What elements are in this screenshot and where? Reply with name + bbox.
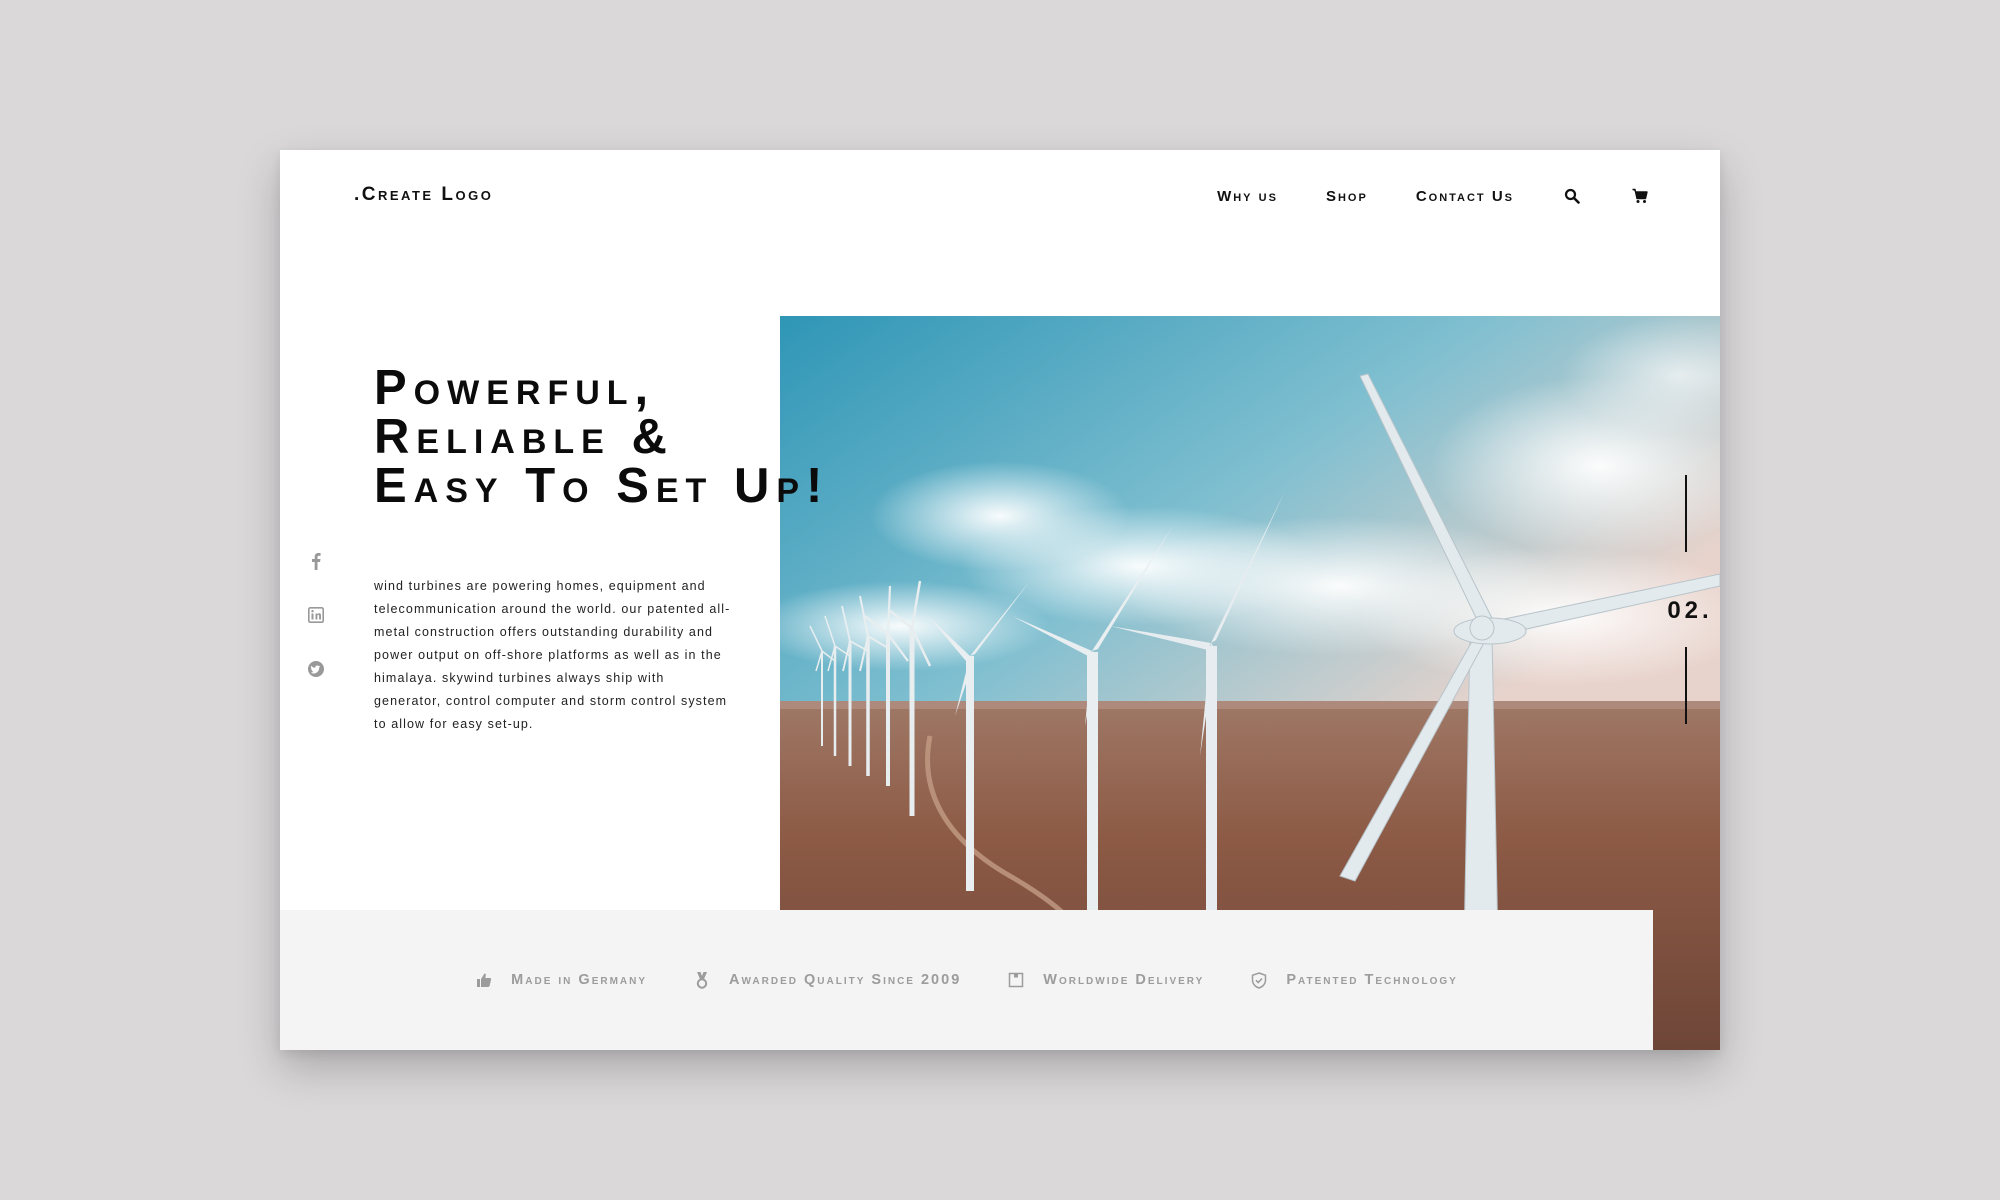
hero-title-line-3: Easy To Set Up!: [374, 459, 830, 513]
twitter-icon[interactable]: [304, 642, 328, 696]
facebook-icon[interactable]: [304, 534, 328, 588]
slide-indicator-line-top: [1685, 475, 1687, 552]
feature-label: Worldwide Delivery: [1043, 972, 1205, 988]
nav-shop[interactable]: Shop: [1326, 188, 1368, 205]
hero-description: wind turbines are powering homes, equipm…: [374, 578, 731, 731]
feature-worldwide-delivery: Worldwide Delivery: [1007, 971, 1204, 989]
feature-awarded-quality: Awarded Quality Since 2009: [693, 971, 961, 989]
landing-card: .Create Logo Why us Shop Contact Us Powe…: [280, 150, 1720, 1050]
medal-icon: [693, 971, 711, 989]
slide-number: 02.: [1667, 597, 1713, 624]
features-bar: Made in Germany Awarded Quality Since 20…: [280, 910, 1653, 1050]
nav-why-us[interactable]: Why us: [1217, 188, 1278, 205]
hero-title: Powerful, Reliable & Easy To Set Up!: [374, 364, 829, 511]
social-links: [304, 534, 328, 696]
feature-label: Made in Germany: [511, 972, 648, 988]
search-icon[interactable]: [1562, 186, 1582, 206]
nav-contact-us[interactable]: Contact Us: [1416, 188, 1514, 205]
feature-patented-technology: Patented Technology: [1250, 971, 1458, 989]
main-nav: Why us Shop Contact Us: [1169, 186, 1650, 206]
logo[interactable]: .Create Logo: [354, 184, 493, 206]
shield-check-icon: [1250, 971, 1268, 989]
thumbs-up-icon: [475, 971, 493, 989]
slide-indicator-line-bottom: [1685, 647, 1687, 724]
hero-title-line-1: Powerful,: [374, 361, 656, 415]
linkedin-icon[interactable]: [304, 588, 328, 642]
feature-label: Patented Technology: [1286, 972, 1458, 988]
hero-title-line-2: Reliable &: [374, 410, 674, 464]
cart-icon[interactable]: [1630, 186, 1650, 206]
box-icon: [1007, 971, 1025, 989]
feature-made-in-germany: Made in Germany: [475, 971, 647, 989]
feature-label: Awarded Quality Since 2009: [729, 972, 962, 988]
